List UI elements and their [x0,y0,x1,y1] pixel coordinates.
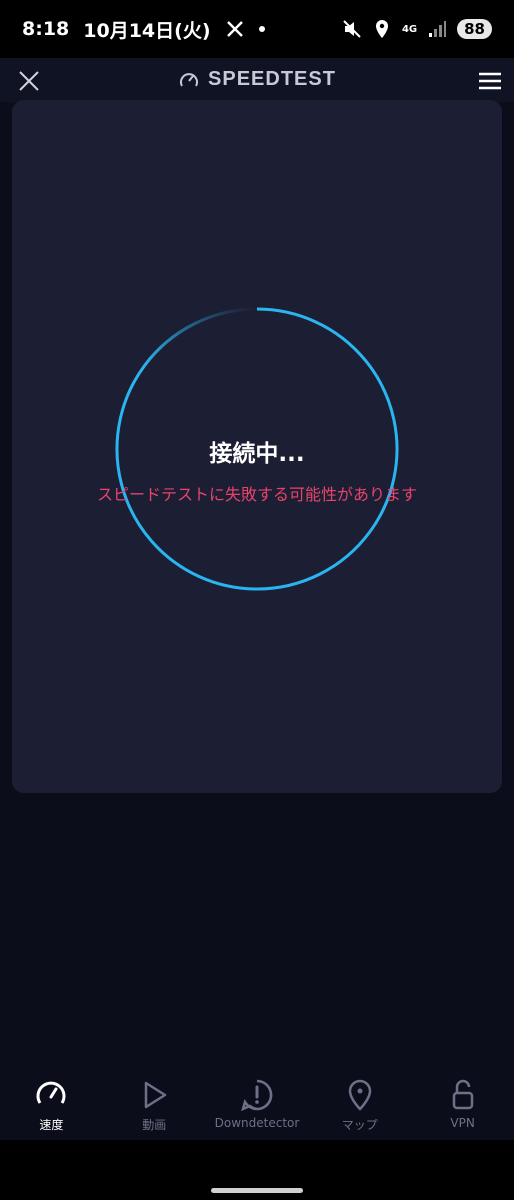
tab-speed[interactable]: 速度 [0,1070,103,1140]
menu-icon[interactable] [478,71,502,91]
status-date: 10月14日(火) [83,19,211,42]
x-logo-icon [226,21,243,37]
alert-bubble-icon [241,1079,273,1112]
app-title: SPEEDTEST [208,68,336,90]
location-icon [375,20,388,38]
home-gesture-handle[interactable] [211,1188,303,1193]
map-pin-icon [348,1079,372,1111]
tab-label: 動画 [142,1118,167,1132]
app-header: SPEEDTEST [0,58,514,102]
notification-dot-icon [258,26,265,32]
speedtest-card: 接続中... スピードテストに失敗する可能性があります [12,100,502,793]
tab-label: 速度 [39,1118,64,1132]
tab-label: マップ [341,1118,378,1132]
battery-level: 88 [457,19,492,39]
tab-vpn[interactable]: VPN [411,1070,514,1140]
connection-status: 接続中... [209,441,305,467]
system-nav-bar [0,1140,514,1200]
tab-video[interactable]: 動画 [103,1070,206,1140]
failure-warning: スピードテストに失敗する可能性があります [96,485,417,504]
tab-map[interactable]: マップ [308,1070,411,1140]
status-bar: 8:18 10月14日(火) 4G 88 [0,0,514,58]
tab-label: VPN [450,1116,475,1130]
play-icon [144,1081,167,1109]
speedometer-icon [36,1081,66,1104]
status-time: 8:18 [22,18,70,40]
mute-vibrate-icon [343,20,361,38]
unlock-icon [452,1079,473,1110]
bottom-tab-bar: 速度 動画 Downdetector マップ VPN [0,1070,514,1140]
brand-logo: SPEEDTEST [0,68,514,91]
signal-icon [429,21,447,37]
tab-downdetector[interactable]: Downdetector [206,1070,309,1140]
tab-label: Downdetector [214,1116,300,1130]
network-type: 4G [401,23,418,35]
speedometer-logo-icon [180,72,199,86]
